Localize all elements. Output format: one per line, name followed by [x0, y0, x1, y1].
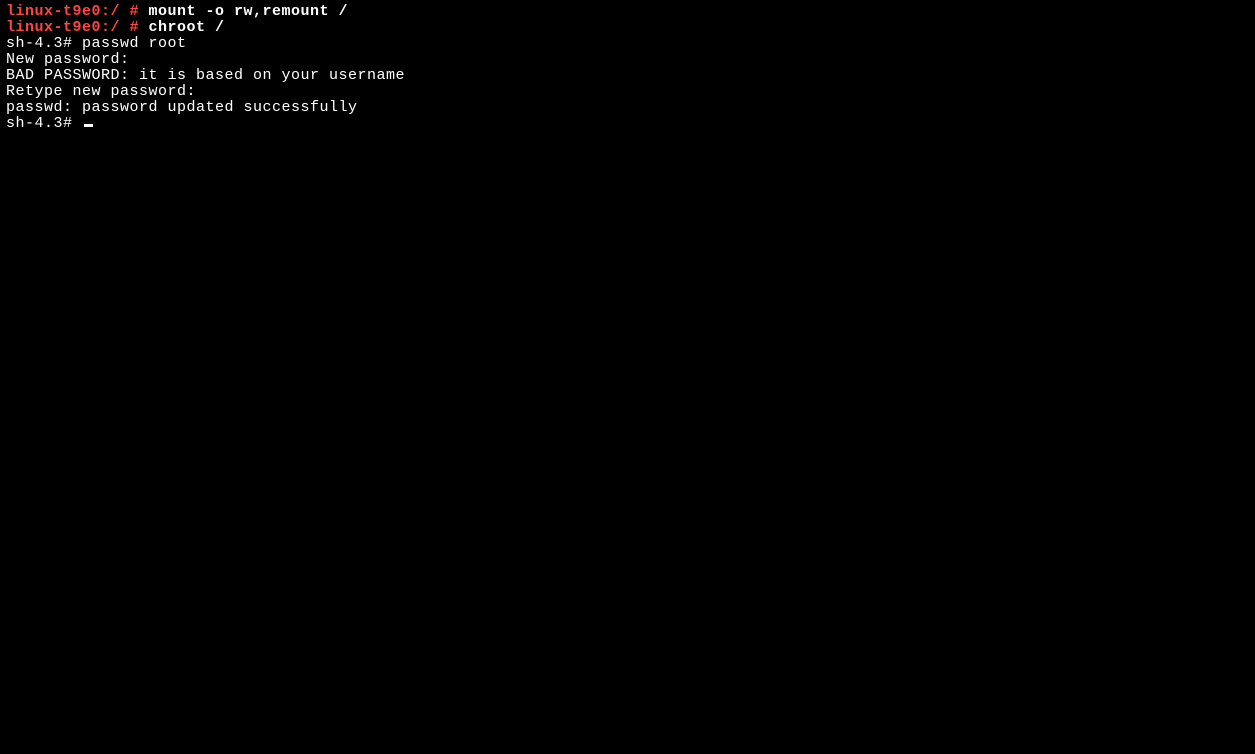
- terminal-text: sh-4.3# passwd root: [6, 35, 187, 52]
- terminal-line: sh-4.3# passwd root: [6, 36, 1249, 52]
- terminal-text: chroot /: [139, 19, 225, 36]
- terminal-line: BAD PASSWORD: it is based on your userna…: [6, 68, 1249, 84]
- shell-prompt: linux-t9e0:/ #: [6, 19, 139, 36]
- terminal-text: New password:: [6, 51, 130, 68]
- terminal-text: sh-4.3#: [6, 115, 82, 132]
- terminal-line: sh-4.3#: [6, 116, 1249, 132]
- terminal-line: passwd: password updated successfully: [6, 100, 1249, 116]
- terminal-text: passwd: password updated successfully: [6, 99, 358, 116]
- terminal-line: linux-t9e0:/ # chroot /: [6, 20, 1249, 36]
- terminal-text: Retype new password:: [6, 83, 196, 100]
- terminal-text: BAD PASSWORD: it is based on your userna…: [6, 67, 405, 84]
- shell-prompt: linux-t9e0:/ #: [6, 3, 139, 20]
- terminal-line: linux-t9e0:/ # mount -o rw,remount /: [6, 4, 1249, 20]
- terminal-line: New password:: [6, 52, 1249, 68]
- terminal-line: Retype new password:: [6, 84, 1249, 100]
- cursor-icon: [84, 124, 93, 127]
- terminal-text: mount -o rw,remount /: [139, 3, 348, 20]
- terminal-output[interactable]: linux-t9e0:/ # mount -o rw,remount /linu…: [6, 4, 1249, 132]
